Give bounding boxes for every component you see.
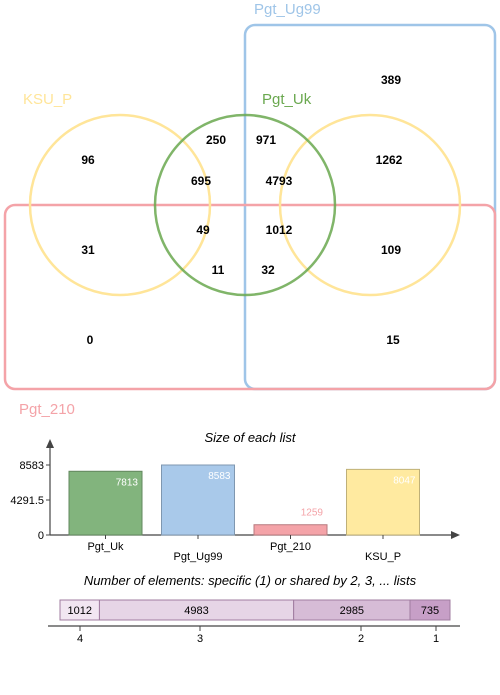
venn-count: 4793 — [266, 174, 293, 188]
segment-value-label: 2985 — [340, 605, 364, 617]
x-category-label: KSU_P — [365, 551, 401, 563]
x-category-label: Pgt_Uk — [87, 541, 124, 553]
x-category-label: Pgt_210 — [270, 541, 311, 553]
venn-label-ug99: Pgt_Ug99 — [254, 1, 321, 18]
venn-count: 15 — [386, 333, 400, 347]
figure-canvas: Pgt_Ug99 KSU_P Pgt_Uk Pgt_210 389 96 250… — [3, 1, 497, 645]
venn-count: 31 — [81, 243, 95, 257]
venn-count: 250 — [206, 133, 226, 147]
venn-count: 49 — [196, 223, 210, 237]
segment-value-label: 4983 — [184, 605, 208, 617]
y-tick-label: 0 — [38, 530, 44, 542]
venn-count: 0 — [87, 333, 94, 347]
list-size-y-axis-arrow — [46, 439, 54, 448]
venn-count: 32 — [261, 263, 275, 277]
venn-count: 1012 — [266, 223, 293, 237]
venn-count: 695 — [191, 174, 211, 188]
shared-tick-label: 3 — [197, 633, 203, 645]
list-size-chart: Size of each list 0 4291.5 8583 7813 Pgt_Uk… — [10, 430, 460, 563]
venn-set-ug99-shape — [243, 23, 497, 391]
list-size-x-axis-arrow — [451, 531, 460, 539]
venn-count: 389 — [381, 73, 401, 87]
list-size-bars: 7813 Pgt_Uk 8583 Pgt_Ug99 1259 Pgt_210 8047 KSU… — [68, 464, 420, 563]
venn-count: 11 — [212, 263, 225, 277]
shared-tick-label: 4 — [77, 633, 83, 645]
venn-label-p210: Pgt_210 — [19, 401, 75, 418]
venn-label-ksu: KSU_P — [23, 91, 72, 108]
bar-value-label: 8047 — [393, 475, 416, 486]
shared-tick-label: 2 — [358, 633, 364, 645]
shared-tick-label: 1 — [433, 633, 439, 645]
list-size-y-ticks: 0 4291.5 8583 — [10, 460, 50, 542]
venn-set-p210-shape — [3, 203, 497, 391]
y-tick-label: 4291.5 — [10, 495, 44, 507]
shared-elements-chart-title: Number of elements: specific (1) or shar… — [84, 573, 417, 588]
segment-value-label: 735 — [421, 605, 439, 617]
x-category-label: Pgt_Ug99 — [174, 551, 223, 563]
bar-value-label: 8583 — [208, 471, 231, 482]
venn-label-uk: Pgt_Uk — [262, 91, 312, 108]
venn-count: 96 — [81, 153, 95, 167]
bar-pgt-210 — [253, 524, 328, 536]
shared-elements-segments: 1012 4 4983 3 2985 2 735 1 — [59, 599, 451, 645]
segment-value-label: 1012 — [67, 605, 91, 617]
bar-value-label: 7813 — [116, 477, 139, 488]
venn-count: 1262 — [376, 153, 403, 167]
venn-diagram: Pgt_Ug99 KSU_P Pgt_Uk Pgt_210 389 96 250… — [3, 1, 497, 418]
list-size-chart-title: Size of each list — [204, 430, 296, 445]
venn-count: 971 — [256, 133, 276, 147]
bar-value-label: 1259 — [301, 508, 324, 519]
shared-elements-chart: Number of elements: specific (1) or shar… — [48, 573, 460, 645]
venn-count: 109 — [381, 243, 401, 257]
y-tick-label: 8583 — [20, 460, 44, 472]
